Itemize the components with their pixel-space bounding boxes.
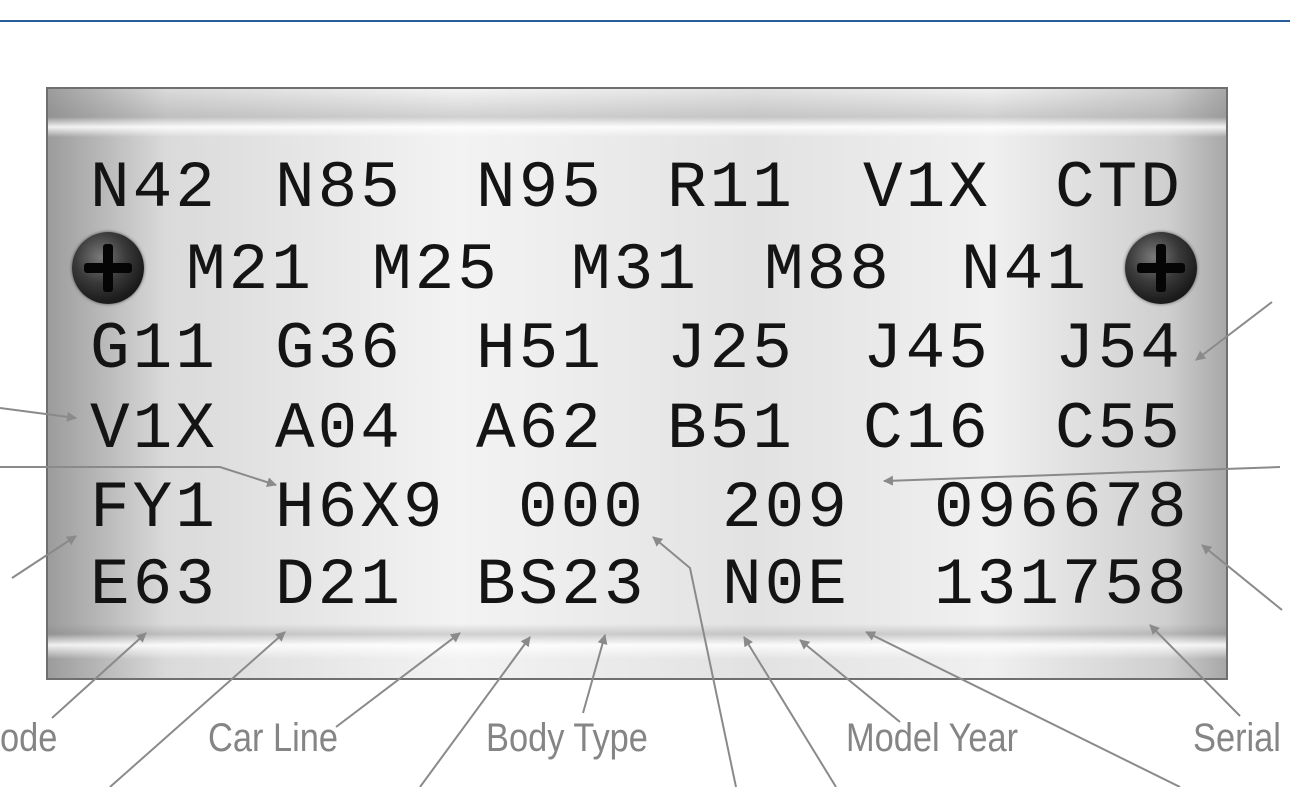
callout-arrow bbox=[11, 535, 77, 579]
callout-arrow bbox=[743, 636, 837, 787]
callout-arrow bbox=[799, 639, 901, 723]
callout-arrow bbox=[109, 631, 286, 787]
callout-arrow bbox=[419, 636, 531, 787]
label-body-type: Body Type bbox=[486, 716, 648, 760]
callout-arrow bbox=[0, 466, 277, 488]
label-serial: Serial bbox=[1193, 716, 1281, 760]
callout-arrow bbox=[865, 631, 1181, 787]
label-car-line: Car Line bbox=[208, 716, 339, 760]
callout-arrows bbox=[0, 301, 1283, 787]
callout-arrow bbox=[1201, 544, 1283, 611]
callout-arrow bbox=[582, 634, 608, 714]
callout-arrow bbox=[335, 632, 461, 728]
callout-arrow bbox=[1149, 624, 1241, 717]
callout-arrow bbox=[51, 632, 147, 719]
callout-arrow bbox=[652, 536, 737, 787]
label-model-year: Model Year bbox=[846, 716, 1019, 760]
label-code: ode bbox=[0, 716, 58, 760]
callout-arrow bbox=[1195, 301, 1273, 361]
callout-arrow bbox=[0, 407, 77, 422]
callout-arrow bbox=[883, 466, 1281, 486]
